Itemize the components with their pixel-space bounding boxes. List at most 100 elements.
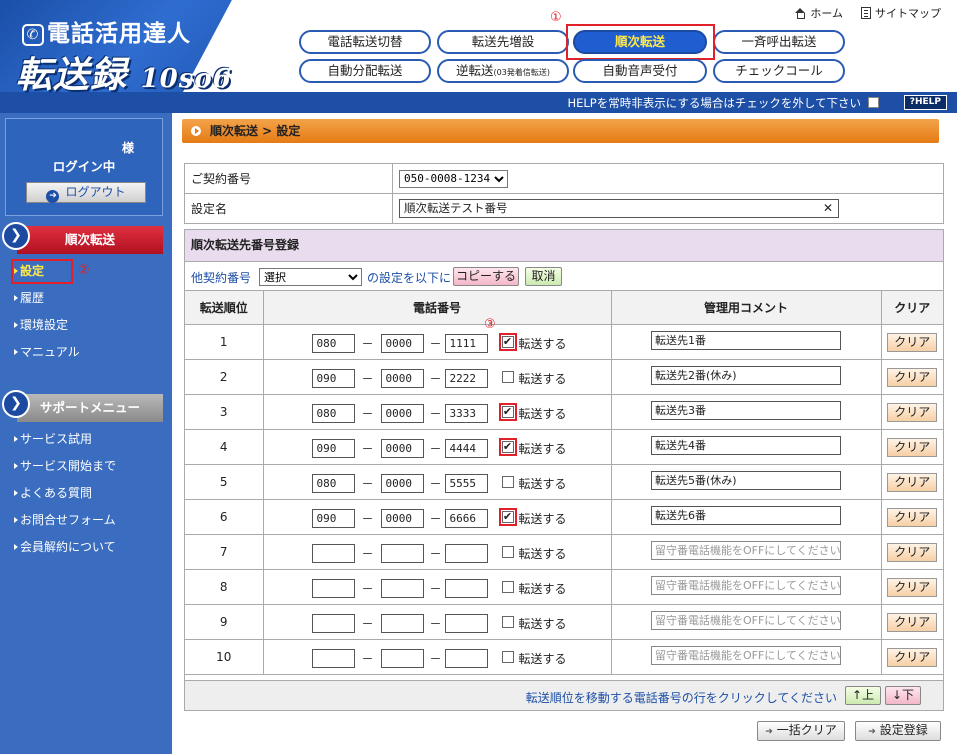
home-link[interactable]: ホーム <box>794 5 843 21</box>
sidebar-item-service-shiyou[interactable]: サービス試用 <box>5 426 163 453</box>
comment-input[interactable]: 転送先4番 <box>651 436 841 455</box>
phone-part-3-input[interactable] <box>444 649 488 668</box>
sitemap-link[interactable]: サイトマップ <box>861 5 941 21</box>
nav-tensosaki-zousetsu[interactable]: 転送先増設 <box>437 30 569 54</box>
phone-part-2-input[interactable] <box>380 649 424 668</box>
help-checkbox[interactable] <box>868 97 879 108</box>
phone-part-1-input[interactable]: 080 <box>311 334 355 353</box>
forward-checkbox[interactable] <box>501 546 514 558</box>
phone-part-3-input[interactable]: 3333 <box>444 404 488 423</box>
forward-checkbox[interactable] <box>501 651 514 663</box>
sidebar-item-rireki[interactable]: 履歴 <box>5 285 163 312</box>
phone-part-2-input[interactable]: 0000 <box>380 334 424 353</box>
table-row[interactable]: 1 080 － 0000 － 1111 ✔ 転送する 転送先1番 クリア <box>185 324 943 360</box>
phone-part-1-input[interactable]: 080 <box>311 474 355 493</box>
phone-part-1-input[interactable] <box>311 544 355 563</box>
row-clear-button[interactable]: クリア <box>887 577 938 597</box>
phone-part-3-input[interactable]: 4444 <box>444 439 488 458</box>
phone-part-2-input[interactable]: 0000 <box>380 509 424 528</box>
phone-part-2-input[interactable]: 0000 <box>380 474 424 493</box>
forward-checkbox[interactable]: ✔ <box>498 438 517 456</box>
row-clear-button[interactable]: クリア <box>887 647 938 667</box>
table-row[interactable]: 3 080 － 0000 － 3333 ✔ 転送する 転送先3番 クリア <box>185 394 943 430</box>
forward-checkbox[interactable] <box>501 581 514 593</box>
phone-part-2-input[interactable]: 0000 <box>380 404 424 423</box>
phone-part-3-input[interactable]: 2222 <box>444 369 488 388</box>
comment-input[interactable]: 転送先1番 <box>651 331 841 350</box>
forward-checkbox[interactable]: ✔ <box>498 403 517 421</box>
nav-jidou-bunpai-tenso[interactable]: 自動分配転送 <box>299 59 431 83</box>
copy-button[interactable]: コピーする <box>453 267 519 286</box>
comment-input[interactable]: 転送先6番 <box>651 506 841 525</box>
nav-jidou-onsei-uketsuke[interactable]: 自動音声受付 <box>573 59 707 83</box>
phone-part-2-input[interactable] <box>380 614 424 633</box>
table-row[interactable]: 8 － － 転送する 留守番電話機能をOFFにしてください クリア <box>185 569 943 605</box>
table-row[interactable]: 7 － － 転送する 留守番電話機能をOFFにしてください クリア <box>185 534 943 570</box>
phone-part-2-input[interactable]: 0000 <box>380 439 424 458</box>
row-clear-button[interactable]: クリア <box>887 612 938 632</box>
row-clear-button[interactable]: クリア <box>887 367 938 387</box>
phone-part-1-input[interactable]: 090 <box>311 439 355 458</box>
forward-checkbox[interactable]: ✔ <box>498 508 517 526</box>
nav-check-call[interactable]: チェックコール <box>713 59 845 83</box>
phone-part-2-input[interactable] <box>380 544 424 563</box>
row-clear-button[interactable]: クリア <box>887 542 938 562</box>
comment-input[interactable]: 留守番電話機能をOFFにしてください <box>651 576 841 595</box>
nav-denwa-tenso-kirikae[interactable]: 電話転送切替 <box>299 30 431 54</box>
section-support-menu[interactable]: ❯ サポートメニュー <box>2 390 163 422</box>
comment-input[interactable]: 転送先3番 <box>651 401 841 420</box>
comment-input[interactable]: 留守番電話機能をOFFにしてください <box>651 541 841 560</box>
sidebar-item-service-kaishi[interactable]: サービス開始まで <box>5 453 163 480</box>
phone-part-3-input[interactable] <box>444 544 488 563</box>
move-down-button[interactable]: ↓下 <box>885 686 921 705</box>
save-settings-button[interactable]: ➔ 設定登録 <box>855 721 941 741</box>
phone-part-3-input[interactable] <box>444 614 488 633</box>
clear-x-icon[interactable]: ✕ <box>823 200 833 217</box>
setting-name-input[interactable]: 順次転送テスト番号 ✕ <box>399 199 839 218</box>
cancel-button[interactable]: 取消 <box>525 267 562 286</box>
bulk-clear-button[interactable]: ➔ 一括クリア <box>757 721 845 741</box>
nav-gyaku-tenso[interactable]: 逆転送(03発着信転送) <box>437 59 569 83</box>
help-button[interactable]: ?HELP <box>903 95 947 110</box>
phone-part-1-input[interactable]: 090 <box>311 369 355 388</box>
logout-button[interactable]: ➔ ログアウト <box>26 182 146 203</box>
forward-checkbox[interactable]: ✔ <box>498 333 517 351</box>
forward-checkbox[interactable] <box>501 371 514 383</box>
sidebar-item-contact-form[interactable]: お問合せフォーム <box>5 507 163 534</box>
phone-part-1-input[interactable] <box>311 614 355 633</box>
forward-checkbox[interactable] <box>501 476 514 488</box>
sidebar-item-manual[interactable]: マニュアル <box>5 339 163 366</box>
phone-part-2-input[interactable] <box>380 579 424 598</box>
phone-part-3-input[interactable]: 5555 <box>444 474 488 493</box>
phone-part-1-input[interactable] <box>311 649 355 668</box>
section-junji-tenso[interactable]: ❯ 順次転送 <box>2 222 163 254</box>
table-row[interactable]: 6 090 － 0000 － 6666 ✔ 転送する 転送先6番 クリア <box>185 499 943 535</box>
comment-input[interactable]: 転送先2番(休み) <box>651 366 841 385</box>
phone-part-1-input[interactable] <box>311 579 355 598</box>
phone-part-3-input[interactable] <box>444 579 488 598</box>
comment-input[interactable]: 転送先5番(休み) <box>651 471 841 490</box>
move-up-button[interactable]: ↑上 <box>845 686 881 705</box>
comment-input[interactable]: 留守番電話機能をOFFにしてください <box>651 646 841 665</box>
phone-part-1-input[interactable]: 080 <box>311 404 355 423</box>
phone-part-2-input[interactable]: 0000 <box>380 369 424 388</box>
row-clear-button[interactable]: クリア <box>887 472 938 492</box>
sidebar-item-faq[interactable]: よくある質問 <box>5 480 163 507</box>
other-contract-select[interactable]: 選択 <box>259 268 362 286</box>
nav-isseiyobidashi-tenso[interactable]: 一斉呼出転送 <box>713 30 845 54</box>
nav-junji-tenso[interactable]: 順次転送 <box>573 30 707 54</box>
sidebar-item-kankyo-settei[interactable]: 環境設定 <box>5 312 163 339</box>
phone-part-1-input[interactable]: 090 <box>311 509 355 528</box>
row-clear-button[interactable]: クリア <box>887 437 938 457</box>
table-row[interactable]: 2 090 － 0000 － 2222 転送する 転送先2番(休み) クリア <box>185 359 943 395</box>
row-clear-button[interactable]: クリア <box>887 507 938 527</box>
contract-number-select[interactable]: 050-0008-1234 <box>399 169 508 188</box>
forward-checkbox[interactable] <box>501 616 514 628</box>
row-clear-button[interactable]: クリア <box>887 332 938 352</box>
comment-input[interactable]: 留守番電話機能をOFFにしてください <box>651 611 841 630</box>
phone-part-3-input[interactable]: 6666 <box>444 509 488 528</box>
row-clear-button[interactable]: クリア <box>887 402 938 422</box>
phone-part-3-input[interactable]: 1111 <box>444 334 488 353</box>
table-row[interactable]: 4 090 － 0000 － 4444 ✔ 転送する 転送先4番 クリア <box>185 429 943 465</box>
table-row[interactable]: 9 － － 転送する 留守番電話機能をOFFにしてください クリア <box>185 604 943 640</box>
